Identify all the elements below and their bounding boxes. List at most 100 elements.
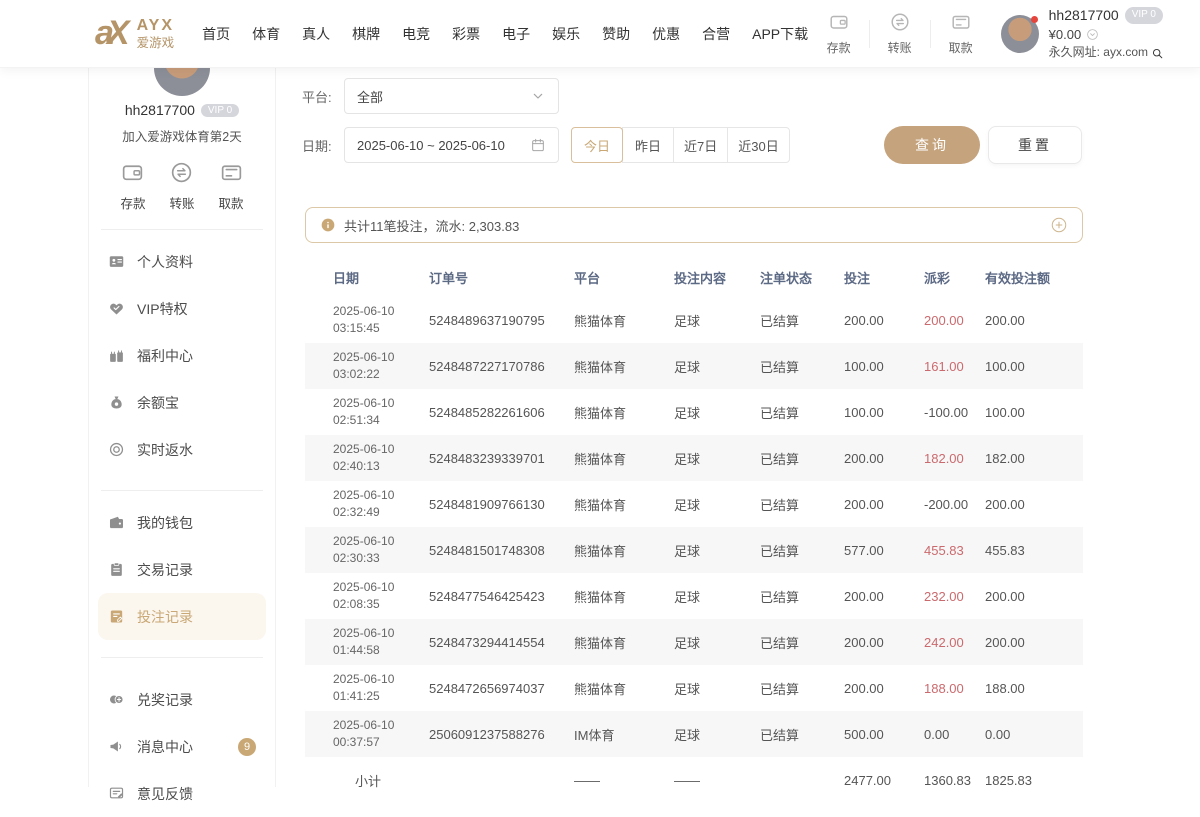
bet-records-label: 投注记录 <box>137 607 193 627</box>
cell-status: 已结算 <box>760 679 844 698</box>
cell-payout: 242.00 <box>924 635 985 650</box>
cell-bet-content: 足球 <box>674 357 760 376</box>
date-range-input[interactable]: 2025-06-10 ~ 2025-06-10 <box>344 127 559 163</box>
nav-item-home[interactable]: 首页 <box>200 20 232 48</box>
cell-bet-content: 足球 <box>674 541 760 560</box>
cell-platform: 熊猫体育 <box>574 311 674 330</box>
cell-order-number: 5248473294414554 <box>429 635 574 650</box>
sidebar-action-withdraw[interactable]: 取款 <box>219 160 244 212</box>
cell-bet-amount: 100.00 <box>844 359 924 374</box>
deposit-icon <box>120 160 145 185</box>
sidebar-item-message-center[interactable]: 消息中心9 <box>98 723 266 770</box>
sidebar-action-deposit[interactable]: 存款 <box>120 160 145 212</box>
joined-days-text: 加入爱游戏体育第2天 <box>89 126 275 145</box>
column-header-3: 投注内容 <box>674 268 760 287</box>
cell-platform: IM体育 <box>574 725 674 744</box>
header-action-deposit[interactable]: 存款 <box>817 11 861 56</box>
cell-status: 已结算 <box>760 495 844 514</box>
table-row: 2025-06-1000:37:572506091237588276IM体育足球… <box>305 711 1083 757</box>
cell-platform: 熊猫体育 <box>574 587 674 606</box>
cell-platform: 熊猫体育 <box>574 633 674 652</box>
quick-date-today[interactable]: 今日 <box>571 127 623 163</box>
cell-platform: 熊猫体育 <box>574 495 674 514</box>
header-action-divider <box>869 20 870 48</box>
nav-item-promotions[interactable]: 优惠 <box>650 20 682 48</box>
nav-item-esports[interactable]: 电竞 <box>400 20 432 48</box>
nav-item-entertainment[interactable]: 娱乐 <box>550 20 582 48</box>
expand-plus-icon[interactable] <box>1050 216 1068 234</box>
cell-bet-content: 足球 <box>674 311 760 330</box>
nav-item-slots[interactable]: 电子 <box>500 20 532 48</box>
brand-logo[interactable]: aX AYX 爱游戏 <box>95 14 174 53</box>
sidebar-action-transfer[interactable]: 转账 <box>169 160 194 212</box>
cell-date: 2025-06-1002:51:34 <box>333 395 429 429</box>
cell-date: 2025-06-1000:37:57 <box>333 717 429 751</box>
cell-order-number: 5248481909766130 <box>429 497 574 512</box>
reset-button[interactable]: 重置 <box>988 126 1082 164</box>
nav-item-app-download[interactable]: APP下载 <box>750 20 810 48</box>
summary-bar: 共计11笔投注，流水: 2,303.83 <box>305 207 1083 243</box>
nav-item-sponsor[interactable]: 赞助 <box>600 20 632 48</box>
bet-record-icon <box>108 608 125 625</box>
platform-select[interactable]: 全部 <box>344 78 559 114</box>
cell-platform: 熊猫体育 <box>574 679 674 698</box>
sidebar-item-feedback[interactable]: 意见反馈 <box>98 770 266 817</box>
nav-item-sports[interactable]: 体育 <box>250 20 282 48</box>
cell-order-number: 5248485282261606 <box>429 405 574 420</box>
sidebar-item-prize-records[interactable]: 兑奖记录 <box>98 676 266 723</box>
subtotal-platform-dash: —— <box>574 773 674 788</box>
cell-status: 已结算 <box>760 633 844 652</box>
header-action-transfer[interactable]: 转账 <box>878 11 922 56</box>
welfare-center-label: 福利中心 <box>137 346 193 366</box>
sidebar-item-welfare-center[interactable]: 福利中心 <box>98 332 266 379</box>
quick-date-yesterday[interactable]: 昨日 <box>622 127 674 163</box>
table-header-row: 日期订单号平台投注内容注单状态投注派彩有效投注额 <box>305 257 1083 297</box>
header-quick-actions: 存款转账取款 <box>817 11 983 56</box>
user-avatar[interactable] <box>1001 15 1039 53</box>
balance-refresh-chevron-icon[interactable] <box>1086 28 1099 41</box>
cell-order-number: 5248483239339701 <box>429 451 574 466</box>
cell-bet-amount: 200.00 <box>844 313 924 328</box>
sidebar-item-my-wallet[interactable]: 我的钱包 <box>98 499 266 546</box>
sidebar-item-yuebao[interactable]: 余额宝 <box>98 379 266 426</box>
query-button[interactable]: 查询 <box>884 126 980 164</box>
column-header-2: 平台 <box>574 268 674 287</box>
withdraw-icon <box>219 160 244 185</box>
sidebar-item-vip-privileges[interactable]: VIP特权 <box>98 285 266 332</box>
table-row: 2025-06-1001:44:585248473294414554熊猫体育足球… <box>305 619 1083 665</box>
search-icon[interactable] <box>1151 47 1164 60</box>
cell-valid-amount: 100.00 <box>985 405 1083 420</box>
nav-item-chess[interactable]: 棋牌 <box>350 20 382 48</box>
yuebao-label: 余额宝 <box>137 393 179 413</box>
column-header-0: 日期 <box>333 268 429 287</box>
nav-item-partnership[interactable]: 合营 <box>700 20 732 48</box>
sidebar-group-1: 个人资料 VIP特权福利中心余额宝实时返水 <box>89 230 275 473</box>
quick-date-last-30-days[interactable]: 近30日 <box>727 127 789 163</box>
my-wallet-label: 我的钱包 <box>137 513 193 533</box>
prize-icon <box>108 691 125 708</box>
cell-valid-amount: 100.00 <box>985 359 1083 374</box>
table-body: 2025-06-1003:15:455248489637190795熊猫体育足球… <box>305 297 1083 757</box>
profile-label: 个人资料 <box>137 252 193 272</box>
header-action-withdraw[interactable]: 取款 <box>939 11 983 56</box>
nav-item-live[interactable]: 真人 <box>300 20 332 48</box>
quick-date-last-7-days[interactable]: 近7日 <box>673 127 728 163</box>
logo-subtext: 爱游戏 <box>137 37 175 50</box>
sidebar-item-profile[interactable]: 个人资料 <box>98 238 266 285</box>
subtotal-payout: 1360.83 <box>924 773 985 788</box>
sidebar-item-realtime-rebate[interactable]: 实时返水 <box>98 426 266 473</box>
sidebar-item-bet-records[interactable]: 投注记录 <box>98 593 266 640</box>
sidebar-divider <box>101 657 263 658</box>
prize-records-label: 兑奖记录 <box>137 690 193 710</box>
sidebar-group-2: 我的钱包交易记录投注记录 <box>89 491 275 640</box>
cell-order-number: 5248481501748308 <box>429 543 574 558</box>
rebate-icon <box>108 441 125 458</box>
cell-payout: 161.00 <box>924 359 985 374</box>
sidebar-item-transaction-records[interactable]: 交易记录 <box>98 546 266 593</box>
cell-platform: 熊猫体育 <box>574 357 674 376</box>
nav-item-lottery[interactable]: 彩票 <box>450 20 482 48</box>
cell-bet-amount: 500.00 <box>844 727 924 742</box>
cell-status: 已结算 <box>760 357 844 376</box>
clipboard-icon <box>108 561 125 578</box>
cell-valid-amount: 182.00 <box>985 451 1083 466</box>
